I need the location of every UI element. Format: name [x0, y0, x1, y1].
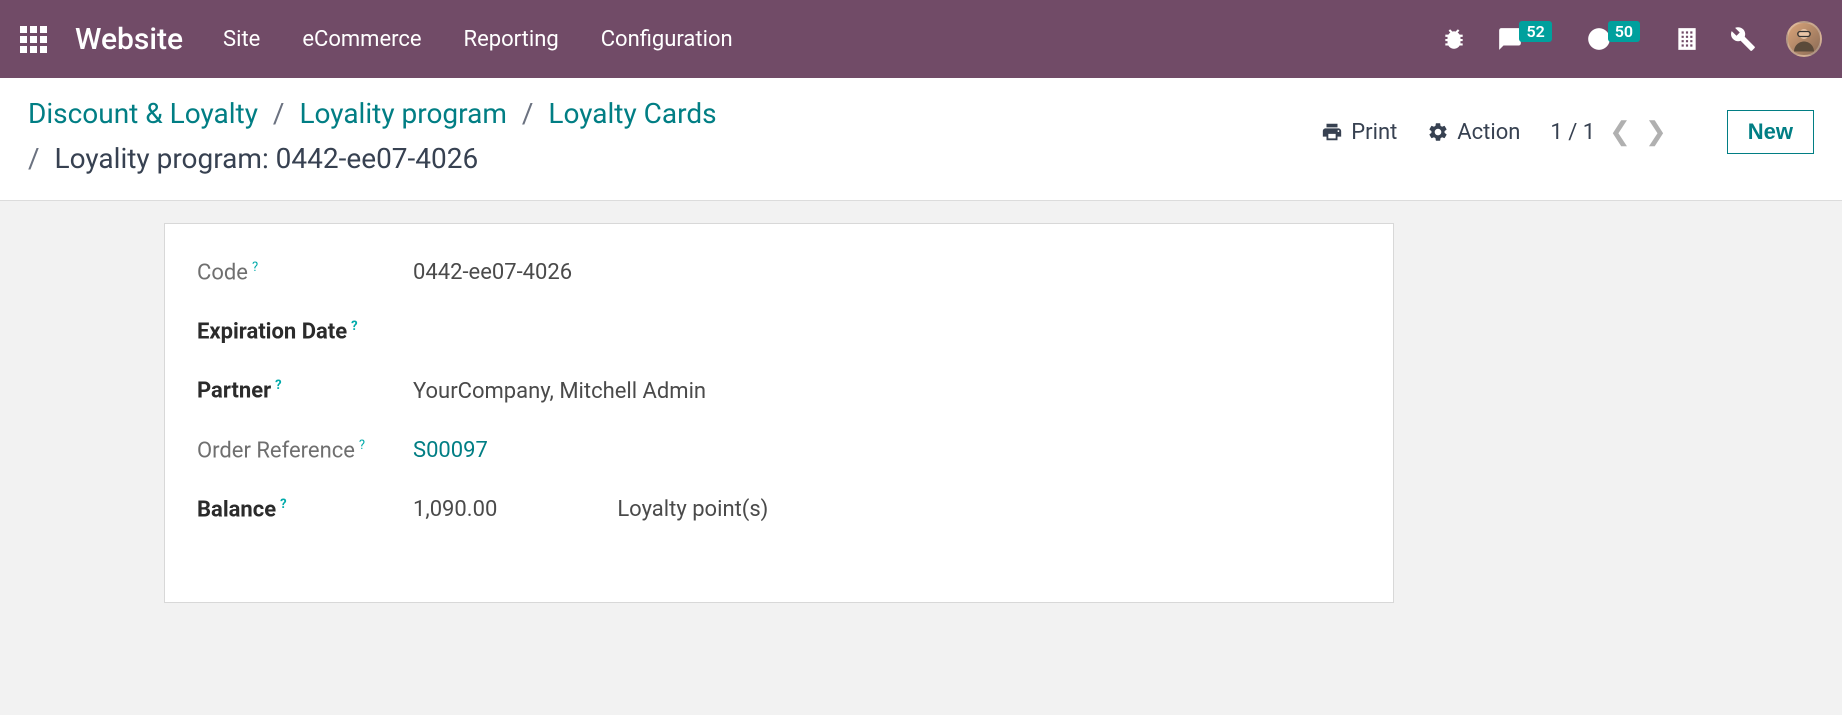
activities-badge: 50 [1608, 21, 1640, 42]
print-button[interactable]: Print [1321, 120, 1397, 145]
action-button[interactable]: Action [1427, 120, 1520, 145]
field-value-order-ref[interactable]: S00097 [413, 438, 488, 463]
field-row-expiration: Expiration Date? [197, 319, 1361, 344]
nav-menu-site[interactable]: Site [223, 27, 260, 52]
gear-icon [1427, 121, 1449, 143]
field-value-balance[interactable]: 1,090.00 [413, 497, 497, 522]
field-unit-balance: Loyalty point(s) [617, 497, 768, 522]
user-avatar[interactable] [1786, 21, 1822, 57]
form-sheet: Code? 0442-ee07-4026 Expiration Date? Pa… [164, 223, 1394, 604]
app-brand[interactable]: Website [75, 22, 183, 57]
debug-icon[interactable] [1441, 26, 1467, 52]
print-icon [1321, 121, 1343, 143]
pager-text[interactable]: 1 / 1 [1550, 120, 1595, 145]
nav-menu-configuration[interactable]: Configuration [601, 27, 733, 52]
field-row-order-ref: Order Reference? S00097 [197, 438, 1361, 463]
pager: 1 / 1 ❮ ❯ [1550, 117, 1666, 147]
action-label: Action [1457, 120, 1520, 145]
help-icon[interactable]: ? [280, 497, 286, 512]
breadcrumb-sep: / [522, 97, 534, 130]
breadcrumb-item-1[interactable]: Loyality program [299, 97, 506, 130]
apps-icon[interactable] [20, 26, 47, 53]
breadcrumb-item-0[interactable]: Discount & Loyalty [28, 97, 258, 130]
main-content: Code? 0442-ee07-4026 Expiration Date? Pa… [0, 201, 1842, 715]
field-value-code[interactable]: 0442-ee07-4026 [413, 260, 572, 285]
nav-menu-ecommerce[interactable]: eCommerce [302, 27, 421, 52]
new-button[interactable]: New [1727, 110, 1814, 154]
field-row-balance: Balance? 1,090.00 Loyalty point(s) [197, 497, 1361, 522]
breadcrumb: Discount & Loyalty / Loyality program / … [28, 92, 717, 182]
help-icon[interactable]: ? [359, 438, 365, 453]
breadcrumb-item-2[interactable]: Loyalty Cards [548, 97, 716, 130]
print-label: Print [1351, 120, 1397, 145]
field-label-code: Code? [197, 260, 413, 285]
field-value-partner[interactable]: YourCompany, Mitchell Admin [413, 379, 706, 404]
field-label-order-ref: Order Reference? [197, 438, 413, 463]
field-row-partner: Partner? YourCompany, Mitchell Admin [197, 378, 1361, 403]
company-icon[interactable] [1674, 26, 1700, 52]
field-label-expiration: Expiration Date? [197, 319, 413, 344]
breadcrumb-sep: / [273, 97, 285, 130]
help-icon[interactable]: ? [351, 319, 357, 334]
control-panel-right: Print Action 1 / 1 ❮ ❯ New [1321, 92, 1814, 154]
messages-badge: 52 [1519, 21, 1551, 42]
messages-icon[interactable]: 52 [1497, 26, 1555, 52]
nav-icons: 52 50 [1441, 21, 1822, 57]
pager-next-icon[interactable]: ❯ [1645, 117, 1667, 147]
nav-menu: Site eCommerce Reporting Configuration [223, 27, 733, 52]
field-label-balance: Balance? [197, 497, 413, 522]
control-panel: Discount & Loyalty / Loyality program / … [0, 78, 1842, 201]
field-label-partner: Partner? [197, 378, 413, 403]
help-icon[interactable]: ? [252, 260, 258, 275]
breadcrumb-current: Loyality program: 0442-ee07-4026 [55, 142, 479, 175]
breadcrumb-sep: / [28, 142, 40, 175]
nav-menu-reporting[interactable]: Reporting [464, 27, 559, 52]
navbar: Website Site eCommerce Reporting Configu… [0, 0, 1842, 78]
pager-prev-icon[interactable]: ❮ [1609, 117, 1631, 147]
field-row-code: Code? 0442-ee07-4026 [197, 260, 1361, 285]
help-icon[interactable]: ? [275, 378, 281, 393]
activities-icon[interactable]: 50 [1586, 26, 1644, 52]
tools-icon[interactable] [1730, 26, 1756, 52]
